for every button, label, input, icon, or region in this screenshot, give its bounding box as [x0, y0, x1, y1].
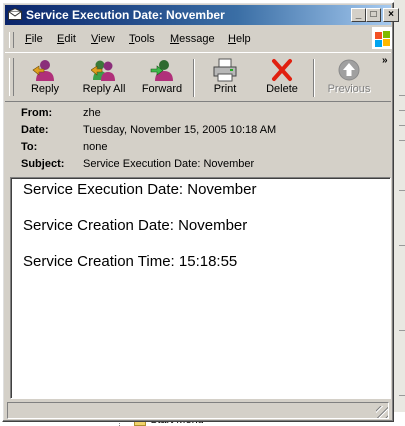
- reply-icon: [32, 60, 54, 81]
- from-label: From:: [21, 107, 53, 119]
- to-value: none: [83, 141, 108, 153]
- printer-icon: [213, 58, 237, 82]
- envelope-icon: [8, 8, 22, 20]
- reply-button[interactable]: Reply: [17, 55, 73, 99]
- message-header: From: zhe Date: Tuesday, November 15, 20…: [5, 103, 391, 177]
- toolbar-separator: [313, 59, 315, 97]
- menu-message[interactable]: Message: [170, 33, 215, 45]
- windows-logo-icon: [372, 27, 392, 49]
- reply-label: Reply: [30, 83, 60, 95]
- body-line: Service Creation Time: 15:18:55: [23, 253, 238, 270]
- from-value: zhe: [83, 107, 101, 119]
- body-line: Service Creation Date: November: [23, 217, 248, 234]
- date-label: Date:: [21, 124, 49, 136]
- background-explorer-strip: [394, 0, 405, 426]
- reply-all-icon: [91, 60, 115, 81]
- forward-icon: [150, 60, 173, 81]
- to-label: To:: [21, 141, 38, 153]
- delete-x-icon: [272, 59, 292, 81]
- resize-grip[interactable]: [376, 406, 388, 418]
- delete-button[interactable]: Delete: [259, 55, 305, 99]
- menu-tools[interactable]: Tools: [129, 33, 155, 45]
- maximize-button[interactable]: □: [366, 8, 381, 22]
- minimize-button[interactable]: _: [351, 8, 366, 22]
- previous-button[interactable]: Previous: [323, 55, 375, 99]
- forward-button[interactable]: Forward: [137, 55, 187, 99]
- previous-label: Previous: [327, 83, 371, 95]
- toolbar-overflow-chevron[interactable]: »: [382, 55, 388, 66]
- status-bar: [7, 402, 389, 419]
- menu-view[interactable]: View: [91, 33, 115, 45]
- menu-help[interactable]: Help: [228, 33, 251, 45]
- window-title: Service Execution Date: November: [26, 8, 225, 22]
- toolbar: Reply Reply All Forward Print Delete Pre…: [5, 52, 391, 102]
- menu-bar: File Edit View Tools Message Help: [5, 29, 391, 51]
- menu-edit[interactable]: Edit: [57, 33, 76, 45]
- message-window: Service Execution Date: November _ □ × F…: [2, 2, 399, 422]
- print-button[interactable]: Print: [203, 55, 247, 99]
- delete-label: Delete: [266, 83, 298, 95]
- toolbar-grip[interactable]: [9, 58, 14, 96]
- reply-all-label: Reply All: [82, 83, 126, 95]
- subject-label: Subject:: [21, 158, 65, 170]
- forward-label: Forward: [141, 83, 183, 95]
- reply-all-button[interactable]: Reply All: [75, 55, 133, 99]
- print-label: Print: [213, 83, 237, 95]
- menu-file[interactable]: File: [25, 33, 43, 45]
- body-line: Service Execution Date: November: [23, 181, 257, 198]
- close-button[interactable]: ×: [383, 8, 399, 22]
- menu-grip[interactable]: [9, 32, 14, 48]
- message-body[interactable]: Service Execution Date: November Service…: [10, 177, 391, 399]
- status-panel: [7, 402, 389, 419]
- date-value: Tuesday, November 15, 2005 10:18 AM: [83, 124, 277, 136]
- previous-arrow-icon: [338, 59, 360, 81]
- title-bar[interactable]: Service Execution Date: November _ □ ×: [5, 5, 399, 25]
- subject-value: Service Execution Date: November: [83, 158, 255, 170]
- toolbar-separator: [193, 59, 195, 97]
